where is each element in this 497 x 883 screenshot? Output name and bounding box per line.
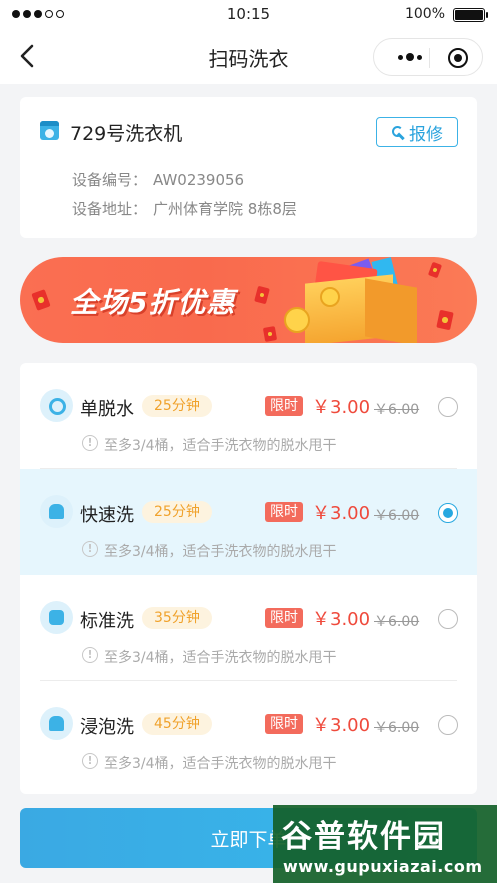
device-address-label: 设备地址： bbox=[72, 200, 148, 218]
duration-badge: 25分钟 bbox=[142, 501, 212, 523]
wrench-icon bbox=[391, 125, 405, 139]
select-radio[interactable] bbox=[438, 503, 458, 523]
report-label: 报修 bbox=[409, 124, 443, 145]
gift-box-side bbox=[365, 278, 417, 343]
device-code-line: 设备编号： AW0239056 bbox=[72, 169, 244, 190]
info-icon: ! bbox=[82, 541, 98, 557]
red-envelope-icon bbox=[427, 261, 443, 279]
select-radio[interactable] bbox=[438, 609, 458, 629]
quick-wash-icon bbox=[40, 495, 73, 528]
standard-wash-icon bbox=[40, 601, 73, 634]
original-price: ￥6.00 bbox=[374, 402, 420, 418]
mode-tip: 至多3/4桶，适合手洗衣物的脱水甩干 bbox=[104, 756, 337, 772]
limited-time-badge: 限时 bbox=[265, 396, 303, 416]
close-target-icon[interactable] bbox=[448, 48, 468, 68]
watermark-logo: 谷普软件园 bbox=[281, 819, 446, 855]
coin-icon bbox=[320, 287, 340, 307]
device-card: 729号洗衣机 报修 设备编号： AW0239056 设备地址： 广州体育学院 8栋… bbox=[20, 97, 477, 238]
duration-badge: 45分钟 bbox=[142, 713, 212, 735]
promo-banner[interactable]: 全场5折优惠 bbox=[20, 257, 477, 343]
price: ￥3.00 bbox=[312, 503, 371, 524]
nav-bar: 扫码洗衣 bbox=[0, 30, 497, 84]
status-bar: 10:15 100% bbox=[0, 0, 497, 30]
wash-mode-item[interactable]: 单脱水 25分钟 限时 ￥3.00 ￥6.00 ! 至多3/4桶，适合手洗衣物的… bbox=[20, 363, 477, 469]
wash-mode-list: 单脱水 25分钟 限时 ￥3.00 ￥6.00 ! 至多3/4桶，适合手洗衣物的… bbox=[20, 363, 477, 794]
battery-icon bbox=[453, 8, 488, 22]
red-envelope-icon bbox=[254, 285, 270, 305]
duration-badge: 25分钟 bbox=[142, 395, 212, 417]
device-code-value: AW0239056 bbox=[153, 171, 245, 189]
price: ￥3.00 bbox=[312, 397, 371, 418]
watermark-url: www.gupuxiazai.com bbox=[283, 857, 483, 876]
red-envelope-icon bbox=[31, 289, 51, 311]
mode-name: 单脱水 bbox=[80, 399, 134, 420]
mode-name: 标准洗 bbox=[80, 611, 134, 632]
info-icon: ! bbox=[82, 647, 98, 663]
mode-tip: 至多3/4桶，适合手洗衣物的脱水甩干 bbox=[104, 544, 337, 560]
wash-mode-item[interactable]: 快速洗 25分钟 限时 ￥3.00 ￥6.00 ! 至多3/4桶，适合手洗衣物的… bbox=[20, 469, 477, 575]
washing-machine-icon bbox=[40, 121, 59, 140]
red-envelope-icon bbox=[262, 326, 278, 342]
mode-tip: 至多3/4桶，适合手洗衣物的脱水甩干 bbox=[104, 438, 337, 454]
battery-percent: 100% bbox=[404, 6, 445, 22]
original-price: ￥6.00 bbox=[374, 720, 420, 736]
limited-time-badge: 限时 bbox=[265, 608, 303, 628]
soak-wash-icon bbox=[40, 707, 73, 740]
select-radio[interactable] bbox=[438, 397, 458, 417]
select-radio[interactable] bbox=[438, 715, 458, 735]
capsule-divider bbox=[429, 48, 430, 68]
limited-time-badge: 限时 bbox=[265, 714, 303, 734]
device-address-line: 设备地址： 广州体育学院 8栋8层 bbox=[72, 198, 297, 219]
limited-time-badge: 限时 bbox=[265, 502, 303, 522]
report-repair-button[interactable]: 报修 bbox=[376, 117, 458, 147]
wash-mode-item[interactable]: 浸泡洗 45分钟 限时 ￥3.00 ￥6.00 ! 至多3/4桶，适合手洗衣物的… bbox=[20, 681, 477, 787]
mode-name: 快速洗 bbox=[80, 505, 134, 526]
device-name: 729号洗衣机 bbox=[70, 123, 183, 145]
info-icon: ! bbox=[82, 435, 98, 451]
red-envelope-icon bbox=[436, 309, 454, 331]
watermark: 谷普软件园 www.gupuxiazai.com bbox=[273, 805, 497, 883]
duration-badge: 35分钟 bbox=[142, 607, 212, 629]
mini-program-capsule bbox=[373, 38, 483, 76]
wash-mode-item[interactable]: 标准洗 35分钟 限时 ￥3.00 ￥6.00 ! 至多3/4桶，适合手洗衣物的… bbox=[20, 575, 477, 681]
original-price: ￥6.00 bbox=[374, 508, 420, 524]
banner-text: 全场5折优惠 bbox=[70, 286, 236, 319]
info-icon: ! bbox=[82, 753, 98, 769]
price: ￥3.00 bbox=[312, 609, 371, 630]
spin-dry-icon bbox=[40, 389, 73, 422]
device-address-value: 广州体育学院 8栋8层 bbox=[153, 200, 297, 218]
more-icon[interactable] bbox=[398, 53, 422, 61]
mode-name: 浸泡洗 bbox=[80, 717, 134, 738]
device-code-label: 设备编号： bbox=[72, 171, 148, 189]
original-price: ￥6.00 bbox=[374, 614, 420, 630]
mode-tip: 至多3/4桶，适合手洗衣物的脱水甩干 bbox=[104, 650, 337, 666]
coin-icon bbox=[284, 307, 310, 333]
price: ￥3.00 bbox=[312, 715, 371, 736]
